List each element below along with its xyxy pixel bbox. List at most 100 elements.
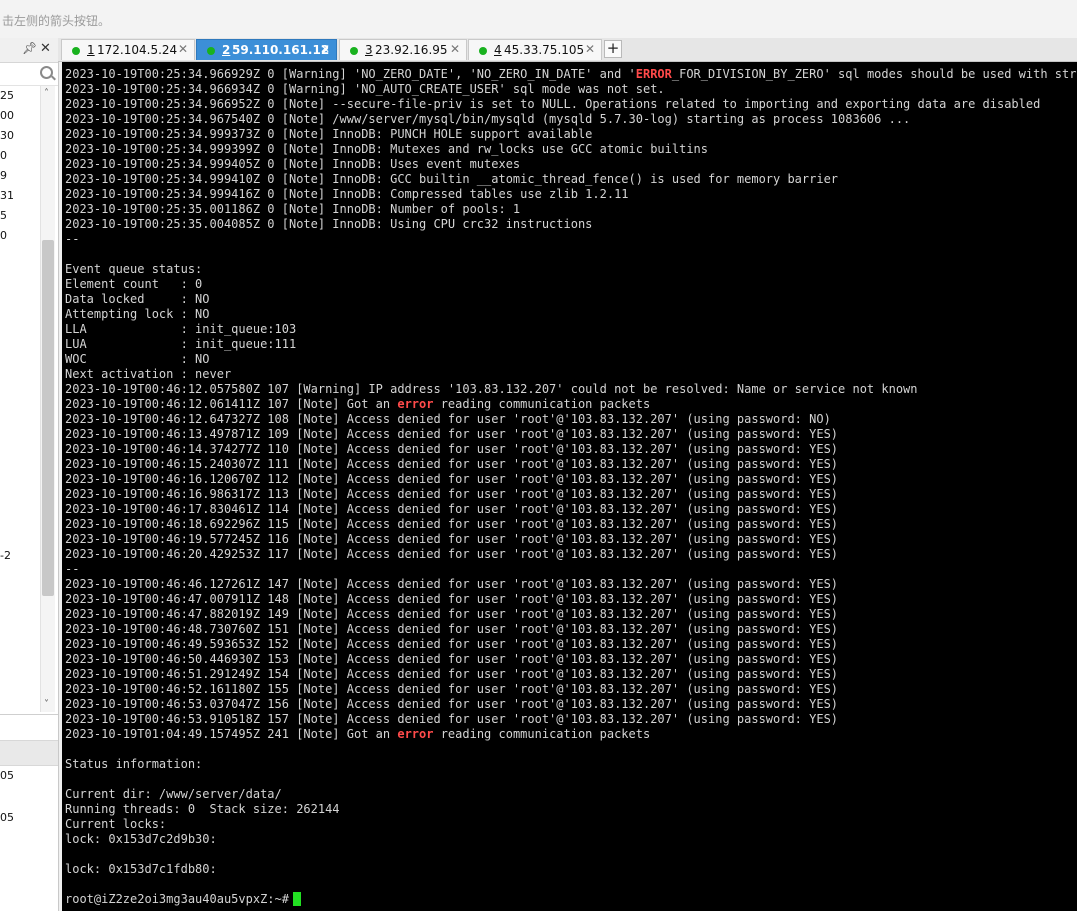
terminal-line: 2023-10-19T00:46:16.986317Z 113 [Note] A…: [65, 487, 838, 502]
error-highlight: ERROR: [635, 67, 672, 81]
panel-divider: [0, 714, 58, 715]
terminal-line: --: [65, 562, 79, 577]
terminal-line: 2023-10-19T00:46:46.127261Z 147 [Note] A…: [65, 577, 838, 592]
session-tabbar: 1 172.104.5.24 ✕ 2 59.110.161.12 ✕ 3 23.…: [58, 38, 1077, 62]
scroll-up-icon[interactable]: ˄: [44, 88, 49, 99]
tab-session-2[interactable]: 2 59.110.161.12 ✕: [196, 39, 337, 60]
terminal-line: 2023-10-19T00:25:34.966952Z 0 [Note] --s…: [65, 97, 1040, 112]
terminal-text: 2023-10-19T00:46:50.446930Z 153 [Note] A…: [65, 652, 839, 666]
session-item[interactable]: 0: [0, 229, 7, 242]
close-icon[interactable]: ✕: [40, 41, 51, 56]
terminal-line: 2023-10-19T00:46:12.061411Z 107 [Note] G…: [65, 397, 650, 412]
terminal-text: 2023-10-19T00:46:53.037047Z 156 [Note] A…: [65, 697, 839, 711]
terminal-text: 2023-10-19T00:25:34.967540Z 0 [Note] /ww…: [65, 112, 911, 126]
session-item[interactable]: 0: [0, 149, 7, 162]
scroll-thumb[interactable]: [42, 240, 54, 596]
terminal-line: WOC : NO: [65, 352, 210, 367]
terminal-text: 2023-10-19T00:46:53.910518Z 157 [Note] A…: [65, 712, 839, 726]
prompt-line[interactable]: root@iZ2ze2oi3mg3au40au5vpxZ:~#: [65, 892, 301, 907]
terminal-text: _FOR_DIVISION_BY_ZERO' sql modes should …: [671, 67, 1077, 81]
tab-session-4[interactable]: 4 45.33.75.105 ✕: [468, 39, 602, 60]
tab-label: 45.33.75.105: [504, 43, 585, 57]
terminal-line: 2023-10-19T00:46:14.374277Z 110 [Note] A…: [65, 442, 838, 457]
tab-number: 1: [87, 43, 95, 57]
terminal-text: 2023-10-19T00:46:12.647327Z 108 [Note] A…: [65, 412, 831, 426]
terminal-text: 2023-10-19T00:25:35.004085Z 0 [Note] Inn…: [65, 217, 593, 231]
terminal-text: --: [65, 562, 80, 576]
close-tab-icon[interactable]: ✕: [178, 42, 188, 56]
terminal-line: 2023-10-19T00:25:34.999416Z 0 [Note] Inn…: [65, 187, 629, 202]
terminal-line: 2023-10-19T00:46:48.730760Z 151 [Note] A…: [65, 622, 838, 637]
terminal-line: lock: 0x153d7c1fdb80:: [65, 862, 217, 877]
terminal-line: 2023-10-19T00:25:34.999410Z 0 [Note] Inn…: [65, 172, 838, 187]
terminal-line: 2023-10-19T00:25:34.999373Z 0 [Note] Inn…: [65, 127, 592, 142]
session-search[interactable]: [0, 63, 58, 86]
terminal-text: 2023-10-19T00:46:20.429253Z 117 [Note] A…: [65, 547, 839, 561]
connected-status-icon: [72, 47, 80, 55]
search-icon[interactable]: [40, 66, 53, 79]
terminal-line: 2023-10-19T00:46:19.577245Z 116 [Note] A…: [65, 532, 838, 547]
close-tab-icon[interactable]: ✕: [320, 42, 330, 56]
tab-label: 59.110.161.12: [232, 43, 330, 57]
terminal-text: 2023-10-19T00:46:13.497871Z 109 [Note] A…: [65, 427, 839, 441]
terminal-line: lock: 0x153d7c2d9b30:: [65, 832, 217, 847]
terminal-line: 2023-10-19T00:46:18.692296Z 115 [Note] A…: [65, 517, 838, 532]
session-item[interactable]: 30: [0, 129, 14, 142]
terminal-text: Current locks:: [65, 817, 167, 831]
close-tab-icon[interactable]: ✕: [585, 42, 595, 56]
terminal-line: 2023-10-19T00:25:35.001186Z 0 [Note] Inn…: [65, 202, 520, 217]
terminal-line: 2023-10-19T00:25:35.004085Z 0 [Note] Inn…: [65, 217, 592, 232]
terminal-line: 2023-10-19T01:04:49.157495Z 241 [Note] G…: [65, 727, 650, 742]
terminal-line: LUA : init_queue:111: [65, 337, 296, 352]
scroll-down-icon[interactable]: ˅: [44, 699, 49, 710]
terminal-output[interactable]: 2023-10-19T00:25:34.966929Z 0 [Warning] …: [62, 62, 1077, 911]
connected-status-icon: [350, 47, 358, 55]
terminal-line: Event queue status:: [65, 262, 202, 277]
terminal-line: Data locked : NO: [65, 292, 210, 307]
tab-session-1[interactable]: 1 172.104.5.24 ✕: [61, 39, 195, 60]
terminal-text: 2023-10-19T00:25:34.966929Z 0 [Warning] …: [65, 67, 636, 81]
terminal-text: 2023-10-19T00:25:34.999410Z 0 [Note] Inn…: [65, 172, 839, 186]
tab-session-3[interactable]: 3 23.92.16.95 ✕: [339, 39, 467, 60]
session-panel-header: 📌︎ ✕: [0, 38, 58, 63]
session-detail-item: 05: [0, 811, 14, 824]
new-tab-button[interactable]: +: [604, 40, 622, 58]
tab-number: 2: [222, 43, 231, 57]
terminal-text: 2023-10-19T00:46:46.127261Z 147 [Note] A…: [65, 577, 839, 591]
terminal-text: 2023-10-19T00:46:12.061411Z 107 [Note] G…: [65, 397, 398, 411]
terminal-text: Event queue status:: [65, 262, 203, 276]
error-highlight: error: [397, 397, 434, 411]
terminal-text: 2023-10-19T00:25:34.999416Z 0 [Note] Inn…: [65, 187, 629, 201]
close-tab-icon[interactable]: ✕: [450, 42, 460, 56]
session-item[interactable]: 9: [0, 169, 7, 182]
session-item[interactable]: -2: [0, 549, 11, 562]
terminal-text: Next activation : never: [65, 367, 232, 381]
session-item[interactable]: 31: [0, 189, 14, 202]
terminal-line: 2023-10-19T00:46:47.007911Z 148 [Note] A…: [65, 592, 838, 607]
terminal-line: Attempting lock : NO: [65, 307, 210, 322]
terminal-text: 2023-10-19T00:46:12.057580Z 107 [Warning…: [65, 382, 918, 396]
terminal-text: Element count : 0: [65, 277, 203, 291]
session-scrollbar[interactable]: ˄ ˅: [40, 86, 55, 712]
hint-bar: 击左侧的箭头按钮。: [0, 0, 1077, 39]
terminal-line: 2023-10-19T00:46:53.910518Z 157 [Note] A…: [65, 712, 838, 727]
session-item[interactable]: 5: [0, 209, 7, 222]
terminal-text: reading communication packets: [433, 727, 651, 741]
session-detail-item: 05: [0, 769, 14, 782]
terminal-text: 2023-10-19T00:46:49.593653Z 152 [Note] A…: [65, 637, 839, 651]
terminal-line: 2023-10-19T00:46:53.037047Z 156 [Note] A…: [65, 697, 838, 712]
terminal-line: 2023-10-19T00:46:12.057580Z 107 [Warning…: [65, 382, 918, 397]
terminal-text: Status information:: [65, 757, 203, 771]
terminal-text: 2023-10-19T00:46:47.007911Z 148 [Note] A…: [65, 592, 839, 606]
terminal-text: 2023-10-19T00:46:17.830461Z 114 [Note] A…: [65, 502, 839, 516]
terminal-text: 2023-10-19T00:25:35.001186Z 0 [Note] Inn…: [65, 202, 521, 216]
terminal-line: Current dir: /www/server/data/: [65, 787, 282, 802]
terminal-line: 2023-10-19T00:25:34.966934Z 0 [Warning] …: [65, 82, 665, 97]
session-item[interactable]: 25: [0, 89, 14, 102]
tab-number: 3: [365, 43, 373, 57]
session-item[interactable]: 00: [0, 109, 14, 122]
terminal-line: 2023-10-19T00:46:51.291249Z 154 [Note] A…: [65, 667, 838, 682]
tab-number: 4: [494, 43, 502, 57]
shell-prompt: root@iZ2ze2oi3mg3au40au5vpxZ:~#: [65, 892, 289, 906]
pin-icon[interactable]: 📌︎: [22, 41, 37, 55]
